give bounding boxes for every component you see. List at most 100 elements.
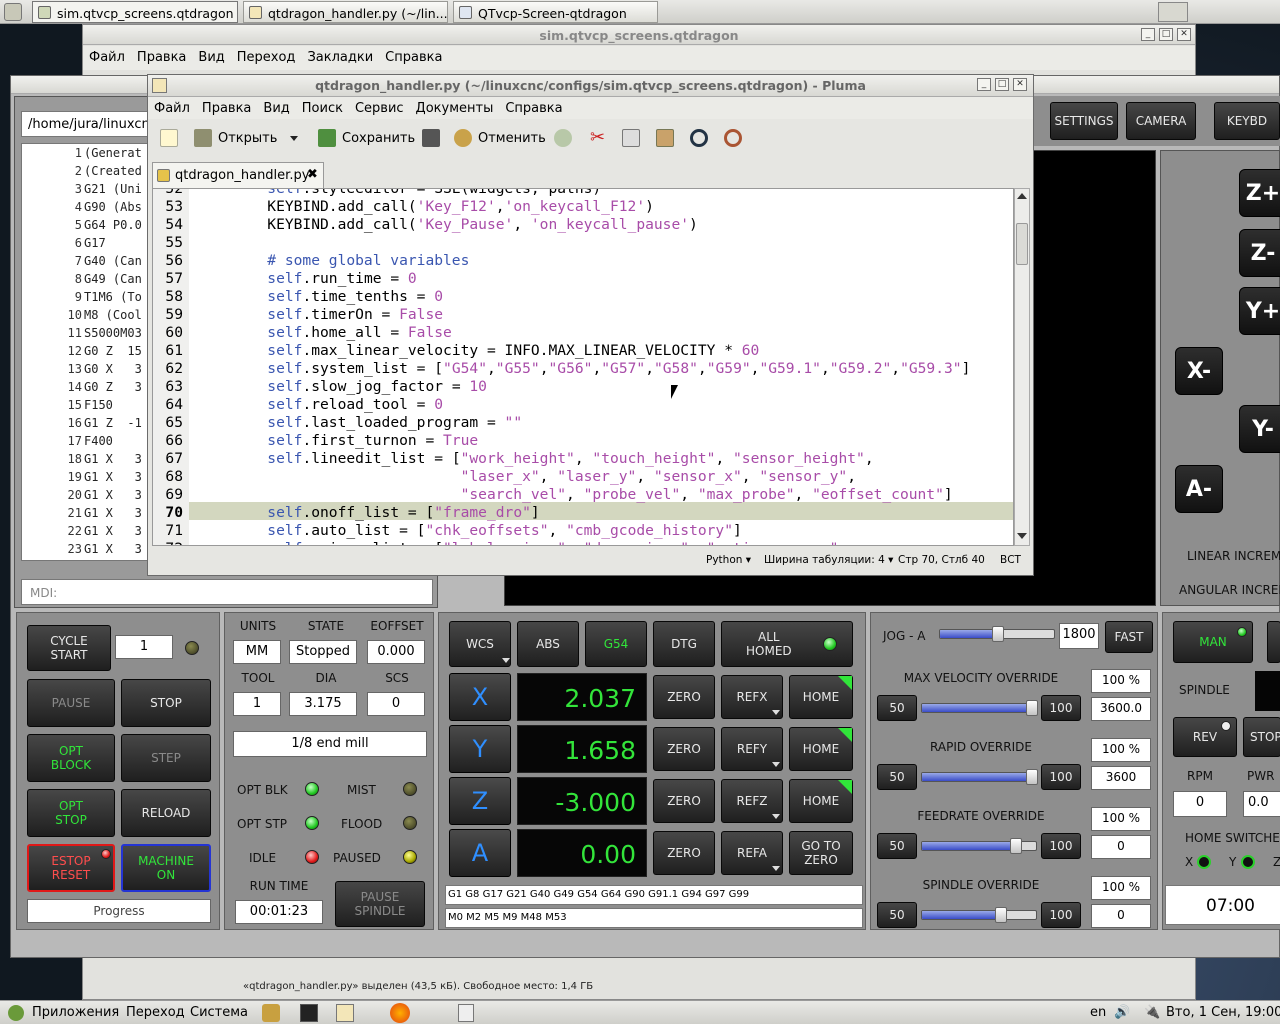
places-menu[interactable]: Переход xyxy=(126,1005,185,1020)
settings-button[interactable]: SETTINGS xyxy=(1050,102,1118,140)
language-selector[interactable]: Python ▾ xyxy=(706,554,751,566)
ref-x-button[interactable]: REFX xyxy=(721,675,783,719)
pluma-menu-edit[interactable]: Правка xyxy=(196,97,257,116)
zero-z-button[interactable]: ZERO xyxy=(653,779,715,823)
document-tab[interactable]: qtdragon_handler.py ✖ xyxy=(152,162,324,188)
ref-a-button[interactable]: REFA xyxy=(721,831,783,875)
override-slider-handle[interactable] xyxy=(994,907,1007,923)
redo-button[interactable] xyxy=(554,124,578,152)
override-max-button[interactable]: 100 xyxy=(1041,833,1081,859)
menu-go[interactable]: Переход xyxy=(231,46,302,65)
undo-button[interactable]: Отменить xyxy=(454,124,546,152)
pause-button[interactable]: PAUSE xyxy=(27,679,115,727)
replace-button[interactable] xyxy=(724,124,748,152)
keyboard-button[interactable]: KEYBD xyxy=(1214,102,1280,140)
zero-x-button[interactable]: ZERO xyxy=(653,675,715,719)
override-max-button[interactable]: 100 xyxy=(1041,695,1081,721)
menu-help[interactable]: Справка xyxy=(379,46,448,65)
code-line[interactable]: 64 self.reload_tool = 0 xyxy=(153,396,970,414)
scroll-down-icon[interactable] xyxy=(1017,533,1027,539)
stop-button[interactable]: STOP xyxy=(121,679,211,727)
code-line[interactable]: 62 self.system_list = ["G54","G55","G56"… xyxy=(153,360,970,378)
override-max-button[interactable]: 100 xyxy=(1041,764,1081,790)
override-min-button[interactable]: 50 xyxy=(877,695,917,721)
code-line[interactable]: 65 self.last_loaded_program = "" xyxy=(153,414,970,432)
jog-y-minus-button[interactable]: Y- xyxy=(1239,405,1280,453)
cycle-start-line-field[interactable]: 1 xyxy=(115,635,173,659)
home-a-button[interactable]: GO TO ZERO xyxy=(789,831,853,875)
code-line[interactable]: 54 KEYBIND.add_call('Key_Pause', 'on_key… xyxy=(153,216,970,234)
reload-button[interactable]: RELOAD xyxy=(121,789,211,837)
abs-button[interactable]: ABS xyxy=(517,621,579,667)
save-button[interactable]: Сохранить xyxy=(318,124,415,152)
opt-stop-button[interactable]: OPT STOP xyxy=(27,789,115,837)
pluma-menu-view[interactable]: Вид xyxy=(257,97,295,116)
open-dropdown-button[interactable] xyxy=(290,124,298,152)
minimize-button[interactable]: _ xyxy=(1141,28,1155,41)
jog-a-minus-button[interactable]: A- xyxy=(1175,465,1223,513)
opt-block-button[interactable]: OPT BLOCK xyxy=(27,734,115,782)
network-icon[interactable]: 🔌 xyxy=(1144,1005,1160,1020)
jog-slider-handle[interactable] xyxy=(992,626,1004,642)
machine-on-button[interactable]: MACHINE ON xyxy=(121,844,211,892)
code-line[interactable]: 61 self.max_linear_velocity = INFO.MAX_L… xyxy=(153,342,970,360)
code-line[interactable]: 68 "laser_x", "laser_y", "sensor_x", "se… xyxy=(153,468,970,486)
pluma-menu-tools[interactable]: Сервис xyxy=(349,97,410,116)
firefox-icon[interactable] xyxy=(390,1003,410,1023)
fast-button[interactable]: FAST xyxy=(1105,621,1153,653)
scroll-up-icon[interactable] xyxy=(1017,193,1027,199)
maximize-button[interactable]: □ xyxy=(1159,28,1173,41)
mode-button-cut[interactable] xyxy=(1267,621,1280,663)
step-button[interactable]: STEP xyxy=(121,734,211,782)
zero-y-button[interactable]: ZERO xyxy=(653,727,715,771)
copy-button[interactable] xyxy=(622,124,646,152)
tab-width-selector[interactable]: Ширина табуляции: 4 ▾ xyxy=(764,554,893,566)
override-slider[interactable] xyxy=(921,700,1038,716)
jog-rate-field[interactable]: 1800 xyxy=(1059,623,1099,649)
paste-button[interactable] xyxy=(656,124,680,152)
code-line[interactable]: 72 self.axis_a_list = ["label_axis_a", "… xyxy=(153,540,970,545)
g54-button[interactable]: G54 xyxy=(585,621,647,667)
code-line[interactable]: 55 xyxy=(153,234,970,252)
code-line[interactable]: 58 self.time_tenths = 0 xyxy=(153,288,970,306)
code-line[interactable]: 60 self.home_all = False xyxy=(153,324,970,342)
launcher-icon[interactable] xyxy=(262,1004,280,1022)
keyboard-layout[interactable]: en xyxy=(1090,1005,1106,1020)
home-x-button[interactable]: HOME xyxy=(789,675,853,719)
workspace-switcher[interactable] xyxy=(1158,2,1188,22)
menu-file[interactable]: Файл xyxy=(83,46,131,65)
code-line[interactable]: 56 # some global variables xyxy=(153,252,970,270)
print-button[interactable] xyxy=(422,124,446,152)
pause-spindle-button[interactable]: PAUSE SPINDLE xyxy=(335,881,425,927)
override-slider-handle[interactable] xyxy=(1026,769,1038,785)
code-line[interactable]: 70 self.onoff_list = ["frame_dro"] xyxy=(153,504,970,522)
dtg-button[interactable]: DTG xyxy=(653,621,715,667)
override-slider[interactable] xyxy=(921,769,1038,785)
code-line[interactable]: 67 self.lineedit_list = ["work_height", … xyxy=(153,450,970,468)
spindle-stop-button[interactable]: STOP xyxy=(1243,717,1280,757)
editor-scrollbar[interactable] xyxy=(1014,188,1030,546)
home-z-button[interactable]: HOME xyxy=(789,779,853,823)
jog-x-minus-button[interactable]: X- xyxy=(1175,347,1223,395)
jog-slider[interactable] xyxy=(939,626,1055,642)
jog-z-plus-button[interactable]: Z+ xyxy=(1239,169,1280,217)
jog-y-plus-button[interactable]: Y+ xyxy=(1239,287,1280,335)
menu-view[interactable]: Вид xyxy=(192,46,230,65)
code-editor[interactable]: 52 self.styleeditor = SSE(widgets, paths… xyxy=(152,188,1014,546)
axis-y-button[interactable]: Y xyxy=(449,725,511,773)
pluma-titlebar[interactable]: qtdragon_handler.py (~/linuxcnc/configs/… xyxy=(148,75,1033,97)
override-min-button[interactable]: 50 xyxy=(877,764,917,790)
pluma-close-button[interactable]: ✕ xyxy=(1013,78,1027,91)
tab-close-icon[interactable]: ✖ xyxy=(307,167,318,182)
code-line[interactable]: 59 self.timerOn = False xyxy=(153,306,970,324)
code-line[interactable]: 57 self.run_time = 0 xyxy=(153,270,970,288)
ref-z-button[interactable]: REFZ xyxy=(721,779,783,823)
pluma-menu-documents[interactable]: Документы xyxy=(410,97,500,116)
new-document-button[interactable] xyxy=(160,124,184,152)
volume-icon[interactable]: 🔊 xyxy=(1114,1005,1130,1020)
applications-menu[interactable]: Приложения xyxy=(32,1005,119,1020)
override-slider[interactable] xyxy=(921,838,1037,854)
override-max-button[interactable]: 100 xyxy=(1041,902,1081,928)
open-button[interactable]: Открыть xyxy=(194,124,277,152)
axis-x-button[interactable]: X xyxy=(449,673,511,721)
